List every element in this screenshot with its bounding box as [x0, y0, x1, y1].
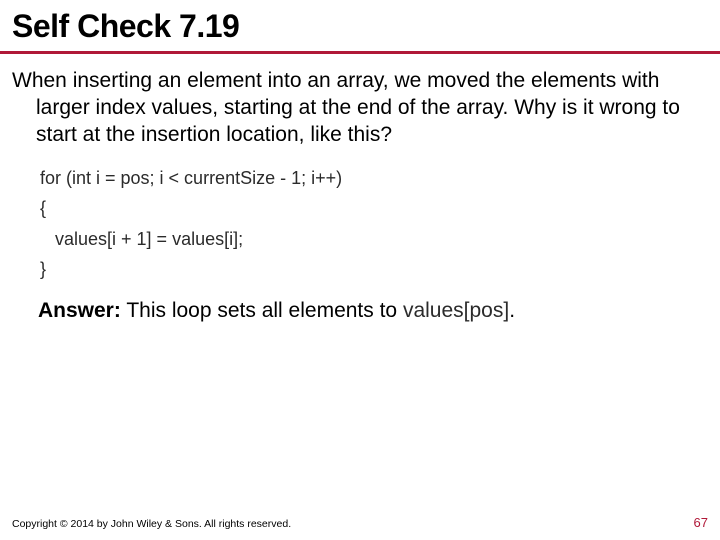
- question-text: When inserting an element into an array,…: [12, 68, 708, 149]
- page-number: 67: [694, 515, 708, 530]
- answer-suffix: .: [509, 299, 515, 322]
- slide-title: Self Check 7.19: [0, 0, 720, 51]
- answer-paragraph: Answer: This loop sets all elements to v…: [12, 297, 708, 324]
- footer: Copyright © 2014 by John Wiley & Sons. A…: [12, 515, 708, 530]
- answer-code-inline: values[pos]: [403, 299, 509, 322]
- copyright-text: Copyright © 2014 by John Wiley & Sons. A…: [12, 518, 291, 530]
- answer-text: This loop sets all elements to: [121, 299, 403, 322]
- answer-label: Answer:: [38, 299, 121, 322]
- title-rule: [0, 51, 720, 54]
- slide-body: When inserting an element into an array,…: [0, 68, 720, 324]
- code-block: for (int i = pos; i < currentSize - 1; i…: [12, 163, 708, 285]
- question-paragraph: When inserting an element into an array,…: [12, 68, 708, 149]
